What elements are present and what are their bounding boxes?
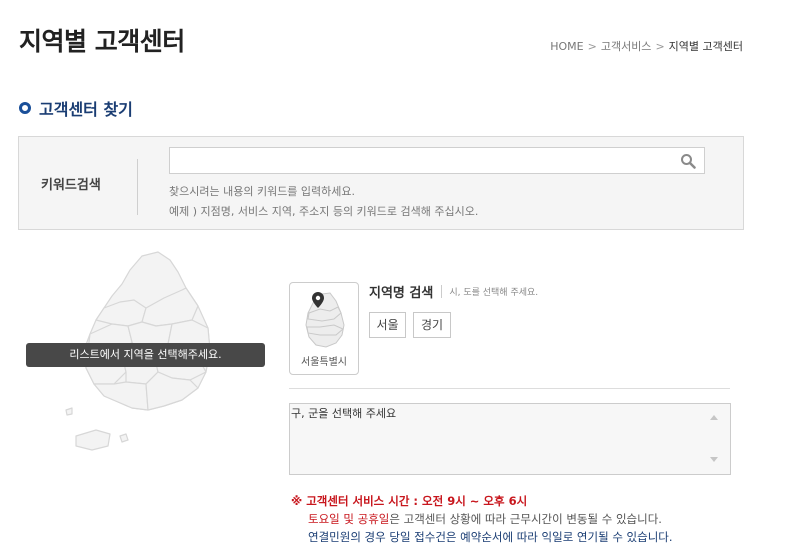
breadcrumb-separator: >: [587, 39, 597, 53]
district-placeholder: 구, 군을 선택해 주세요: [291, 407, 397, 420]
holiday-highlight: 토요일 및 공휴일: [308, 512, 390, 526]
section-heading: 고객센터 찾기: [19, 96, 133, 120]
region-thumbnail[interactable]: 서울특별시: [289, 282, 359, 375]
city-button-seoul[interactable]: 서울: [369, 312, 406, 338]
keyword-help-example: 예제 ) 지점명, 서비스 지역, 주소지 등의 키워드로 검색해 주십시오.: [169, 205, 479, 218]
scroll-up-arrow-icon[interactable]: [710, 415, 718, 420]
breadcrumb: HOME > 고객서비스 > 지역별 고객센터: [550, 38, 743, 54]
keyword-search-input[interactable]: [170, 148, 704, 173]
location-pin-icon: [312, 292, 324, 308]
region-mini-map-icon: [305, 292, 345, 348]
service-notice: ※ 고객센터 서비스 시간 : 오전 9시 ~ 오후 6시 토요일 및 공휴일은…: [291, 492, 673, 546]
holiday-notice: 토요일 및 공휴일은 고객센터 상황에 따라 근무시간이 변동될 수 있습니다.: [291, 510, 673, 528]
holiday-notice-text: 은 고객센터 상황에 따라 근무시간이 변동될 수 있습니다.: [389, 512, 662, 526]
breadcrumb-customer-service[interactable]: 고객서비스: [601, 38, 652, 54]
section-title: 고객센터 찾기: [39, 100, 133, 119]
city-button-gyeonggi[interactable]: 경기: [413, 312, 451, 338]
region-search-header: 지역명 검색 시, 도를 선택해 주세요.: [369, 282, 538, 301]
breadcrumb-home[interactable]: HOME: [550, 40, 583, 53]
breadcrumb-separator: >: [655, 39, 665, 53]
region-search-hint: 시, 도를 선택해 주세요.: [449, 288, 539, 298]
district-listbox[interactable]: 구, 군을 선택해 주세요: [289, 403, 731, 475]
page-title: 지역별 고객센터: [19, 27, 185, 56]
complaint-notice: 연결민원의 경우 당일 접수건은 예약순서에 따라 익일로 연기될 수 있습니다…: [308, 530, 673, 544]
service-hours-text: 고객센터 서비스 시간 : 오전 9시 ~ 오후 6시: [306, 494, 528, 508]
map-tooltip: 리스트에서 지역을 선택해주세요.: [26, 343, 265, 367]
region-thumbnail-label: 서울특별시: [301, 357, 347, 368]
divider: [441, 285, 443, 298]
keyword-search-label: 키워드검색: [41, 178, 101, 193]
circle-bullet-icon: [19, 102, 31, 114]
scroll-down-arrow-icon[interactable]: [710, 457, 718, 462]
keyword-help-text: 찾으시려는 내용의 키워드를 입력하세요. 예제 ) 지점명, 서비스 지역, …: [169, 182, 478, 222]
keyword-help-line: 찾으시려는 내용의 키워드를 입력하세요.: [169, 185, 356, 198]
divider: [137, 159, 138, 215]
divider: [289, 388, 730, 389]
keyword-search-panel: 키워드검색 찾으시려는 내용의 키워드를 입력하세요. 예제 ) 지점명, 서비…: [18, 136, 744, 230]
service-hours: ※ 고객센터 서비스 시간 : 오전 9시 ~ 오후 6시: [291, 492, 673, 510]
search-icon[interactable]: [680, 153, 696, 169]
breadcrumb-current: 지역별 고객센터: [668, 40, 743, 53]
search-field: [169, 147, 705, 174]
notice-mark: ※: [291, 494, 303, 508]
region-search-title: 지역명 검색: [369, 286, 434, 301]
